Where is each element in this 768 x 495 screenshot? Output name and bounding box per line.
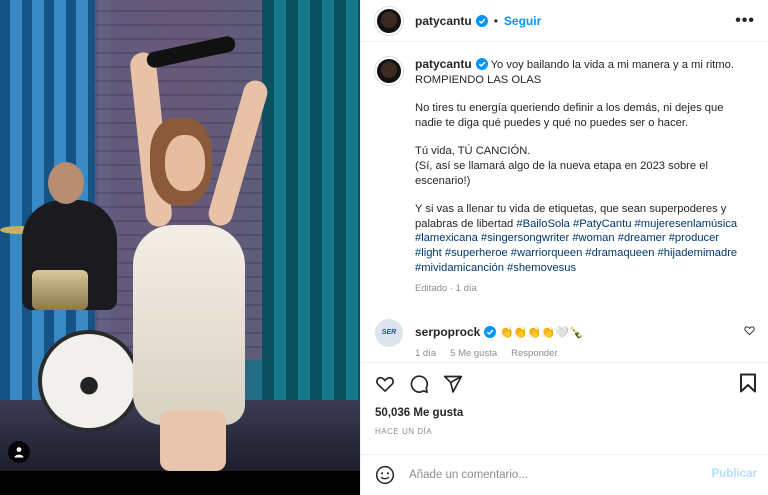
share-icon[interactable]: [443, 374, 463, 394]
commenter-username[interactable]: serpoprock: [415, 325, 480, 339]
singer-face: [165, 135, 205, 191]
caption-edited-meta: Editado · 1 día: [415, 283, 477, 295]
verified-badge-icon: [475, 14, 488, 27]
singer-dress: [133, 225, 245, 425]
caption-paragraph-4: Y si vas a llenar tu vida de etiquetas, …: [415, 202, 745, 275]
more-options-icon[interactable]: •••: [735, 12, 755, 30]
save-button[interactable]: [739, 373, 757, 396]
caption-avatar[interactable]: [375, 57, 403, 85]
bookmark-icon: [740, 373, 756, 393]
caption-text: patycantu Yo voy bailando la vida a mi m…: [415, 57, 745, 297]
comment-body: serpoprock 👏👏👏👏🤍🍾 1 día 5 Me gusta Respo…: [415, 319, 583, 359]
likes-count[interactable]: 50,036 Me gusta: [375, 407, 755, 419]
tagged-users-button[interactable]: [8, 441, 30, 463]
add-comment-bar: Publicar: [361, 454, 768, 495]
publish-button[interactable]: Publicar: [712, 468, 757, 480]
comment-text: 👏👏👏👏🤍🍾: [499, 326, 584, 339]
comment-icon[interactable]: [409, 374, 429, 394]
user-icon: [14, 447, 24, 458]
caption-username[interactable]: patycantu: [415, 57, 472, 71]
commenter-avatar-text: SER: [381, 329, 397, 337]
author-avatar[interactable]: [375, 6, 403, 35]
post-sidebar: patycantu • Seguir ••• patycantu Yo voy …: [360, 0, 768, 495]
commenter-avatar[interactable]: SER: [375, 318, 403, 347]
action-icons: [375, 373, 755, 395]
caption-2023-line: (Sí, así se llamará algo de la nueva eta…: [415, 159, 708, 187]
comment-line: serpoprock 👏👏👏👏🤍🍾: [415, 325, 583, 340]
emoji-icon[interactable]: [375, 465, 395, 485]
separator-dot: •: [493, 13, 498, 28]
post-caption: patycantu Yo voy bailando la vida a mi m…: [375, 57, 755, 297]
reply-button[interactable]: Responder: [511, 348, 557, 359]
snare-drum: [32, 270, 88, 310]
post-actions: 50,036 Me gusta HACE UN DÍA: [361, 362, 768, 462]
comment-input[interactable]: [409, 469, 709, 481]
verified-badge-icon: [484, 325, 497, 338]
comment-item: SER serpoprock 👏👏👏👏🤍🍾 1 día 5 Me gusta R…: [375, 318, 755, 359]
verified-badge-icon: [475, 58, 488, 70]
comment-likes[interactable]: 5 Me gusta: [450, 348, 497, 359]
singer-legs: [160, 410, 226, 471]
comments-section[interactable]: patycantu Yo voy bailando la vida a mi m…: [361, 43, 768, 361]
post-photo[interactable]: [0, 0, 360, 471]
comment-like-heart-icon[interactable]: [744, 325, 755, 336]
comment-meta: 1 día 5 Me gusta Responder: [415, 348, 583, 359]
caption-paragraph-3: Tú vida, TÚ CANCIÓN. (Sí, así se llamará…: [415, 144, 745, 188]
post-header: patycantu • Seguir •••: [361, 0, 768, 42]
instagram-post: patycantu • Seguir ••• patycantu Yo voy …: [0, 0, 768, 495]
follow-button[interactable]: Seguir: [504, 14, 541, 28]
bass-drum: [38, 330, 140, 432]
post-media[interactable]: [0, 0, 360, 495]
author-username[interactable]: patycantu: [415, 14, 472, 28]
heart-icon[interactable]: [375, 374, 395, 394]
drummer-head: [48, 162, 84, 204]
caption-paragraph-2: No tires tu energía queriendo definir a …: [415, 102, 724, 129]
caption-song-line: Tú vida, TÚ CANCIÓN.: [415, 145, 531, 158]
post-time[interactable]: HACE UN DÍA: [375, 427, 755, 436]
comment-time: 1 día: [415, 347, 437, 359]
